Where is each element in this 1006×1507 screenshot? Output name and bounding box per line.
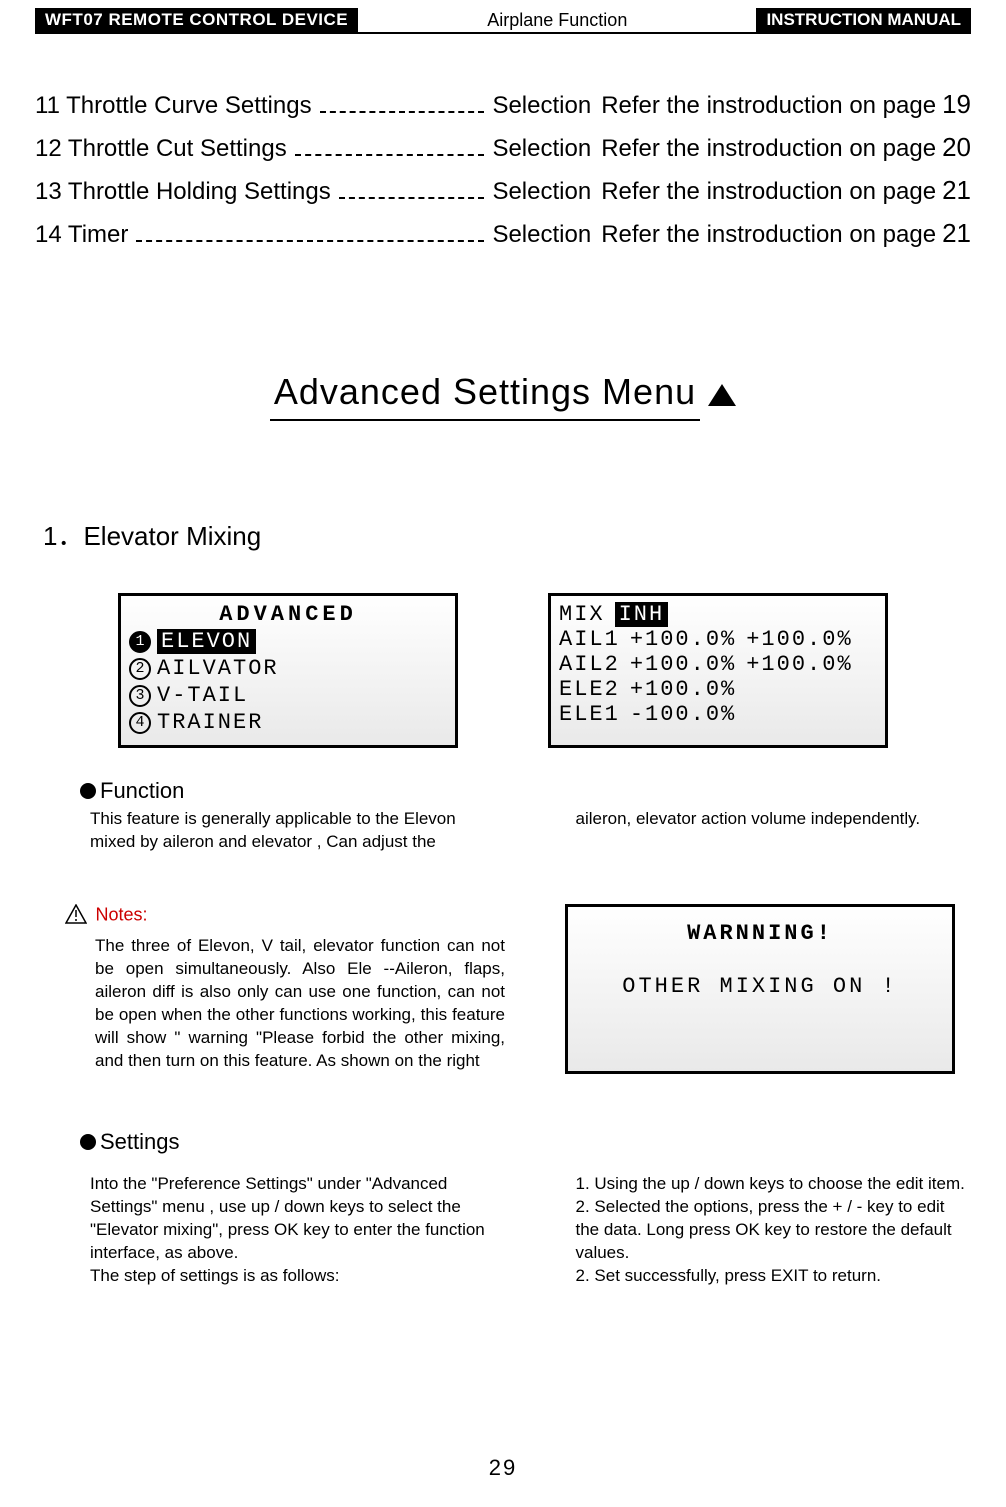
toc-selection: Selection	[492, 92, 591, 120]
advanced-settings-heading: Advanced Settings Menu	[270, 371, 700, 421]
mix-value: INH	[615, 602, 669, 627]
mix-label: MIX	[559, 602, 605, 627]
notes-text: The three of Elevon, V tail, elevator fu…	[95, 935, 505, 1073]
menu-number-icon: 2	[129, 658, 151, 680]
toc-dots	[136, 240, 484, 242]
lcd-mix-row: ELE2 +100.0%	[559, 677, 877, 702]
toc-page: 20	[942, 132, 971, 163]
menu-number-icon: 4	[129, 712, 151, 734]
lcd-menu-title: ADVANCED	[129, 602, 447, 627]
bullet-icon	[80, 1134, 96, 1150]
mix-label: AIL2	[559, 652, 620, 677]
notes-section: Notes: The three of Elevon, V tail, elev…	[65, 904, 971, 1074]
lcd-mix-row: ELE1 -100.0%	[559, 702, 877, 727]
toc-dots	[339, 197, 485, 199]
toc-refer: Refer the instroduction on page	[601, 92, 936, 120]
menu-item-label: V-TAIL	[157, 683, 248, 708]
bullet-icon	[80, 783, 96, 799]
toc-selection: Selection	[492, 135, 591, 163]
toc-row: 11 Throttle Curve Settings Selection Ref…	[35, 89, 971, 120]
lcd-mix-row: MIX INH	[559, 602, 877, 627]
function-text: This feature is generally applicable to …	[90, 808, 971, 854]
lcd-mix-row: AIL1 +100.0% +100.0%	[559, 627, 877, 652]
menu-number-icon: 3	[129, 685, 151, 707]
warning-body: OTHER MIXING ON !	[576, 974, 944, 999]
toc-title: 13 Throttle Holding Settings	[35, 178, 331, 206]
function-text-right: aileron, elevator action volume independ…	[576, 808, 972, 854]
toc-selection: Selection	[492, 221, 591, 249]
toc-dots	[295, 154, 485, 156]
lcd-menu-item: 4 TRAINER	[129, 710, 447, 735]
settings-text: Into the "Preference Settings" under "Ad…	[90, 1173, 971, 1288]
mix-value: +100.0%	[746, 627, 852, 652]
toc-row: 13 Throttle Holding Settings Selection R…	[35, 175, 971, 206]
settings-text-left: Into the "Preference Settings" under "Ad…	[90, 1173, 486, 1288]
menu-item-label: ELEVON	[157, 629, 256, 654]
lcd-menu-item: 3 V-TAIL	[129, 683, 447, 708]
lcd-menu-item: 2 AILVATOR	[129, 656, 447, 681]
toc-page: 21	[942, 175, 971, 206]
mix-value: +100.0%	[630, 652, 736, 677]
notes-label: Notes:	[95, 905, 147, 925]
lcd-mix-screen: MIX INH AIL1 +100.0% +100.0% AIL2 +100.0…	[548, 593, 888, 748]
toc-page: 21	[942, 218, 971, 249]
toc-refer: Refer the instroduction on page	[601, 178, 936, 206]
elevator-mixing-heading: 1．Elevator Mixing	[43, 516, 971, 553]
function-label-text: Function	[100, 778, 184, 803]
function-text-left: This feature is generally applicable to …	[90, 808, 486, 854]
header-center: Airplane Function	[358, 8, 756, 32]
function-heading: Function	[80, 778, 971, 804]
menu-number-icon: 1	[129, 631, 151, 653]
mix-value: +100.0%	[630, 627, 736, 652]
toc-selection: Selection	[492, 178, 591, 206]
toc-refer: Refer the instroduction on page	[601, 221, 936, 249]
lcd-warning-screen: WARNNING! OTHER MIXING ON !	[565, 904, 955, 1074]
toc-refer: Refer the instroduction on page	[601, 135, 936, 163]
menu-item-label: TRAINER	[157, 710, 263, 735]
triangle-up-icon	[708, 384, 736, 406]
warning-title: WARNNING!	[576, 921, 944, 946]
lcd-menu-screen: ADVANCED 1 ELEVON 2 AILVATOR 3 V-TAIL 4 …	[118, 593, 458, 748]
toc-page: 19	[942, 89, 971, 120]
header-left: WFT07 REMOTE CONTROL DEVICE	[35, 8, 358, 32]
settings-heading: Settings	[80, 1129, 971, 1155]
mix-label: AIL1	[559, 627, 620, 652]
lcd-screens-row: ADVANCED 1 ELEVON 2 AILVATOR 3 V-TAIL 4 …	[35, 593, 971, 748]
toc-block: 11 Throttle Curve Settings Selection Ref…	[35, 89, 971, 249]
mix-label: ELE1	[559, 702, 620, 727]
page-number: 29	[0, 1455, 1006, 1481]
lcd-mix-row: AIL2 +100.0% +100.0%	[559, 652, 877, 677]
lcd-menu-item: 1 ELEVON	[129, 629, 447, 654]
mix-value: +100.0%	[630, 677, 736, 702]
toc-row: 12 Throttle Cut Settings Selection Refer…	[35, 132, 971, 163]
menu-item-label: AILVATOR	[157, 656, 279, 681]
page-header: WFT07 REMOTE CONTROL DEVICE Airplane Fun…	[35, 8, 971, 34]
toc-title: 14 Timer	[35, 221, 128, 249]
toc-title: 12 Throttle Cut Settings	[35, 135, 287, 163]
settings-text-right: 1. Using the up / down keys to choose th…	[576, 1173, 972, 1288]
mix-value: +100.0%	[746, 652, 852, 677]
settings-label-text: Settings	[100, 1129, 180, 1154]
mix-value: -100.0%	[630, 702, 736, 727]
toc-row: 14 Timer Selection Refer the instroducti…	[35, 218, 971, 249]
mix-label: ELE2	[559, 677, 620, 702]
header-right: INSTRUCTION MANUAL	[756, 8, 971, 32]
warning-triangle-icon	[65, 904, 87, 929]
toc-title: 11 Throttle Curve Settings	[35, 92, 312, 120]
toc-dots	[320, 111, 485, 113]
